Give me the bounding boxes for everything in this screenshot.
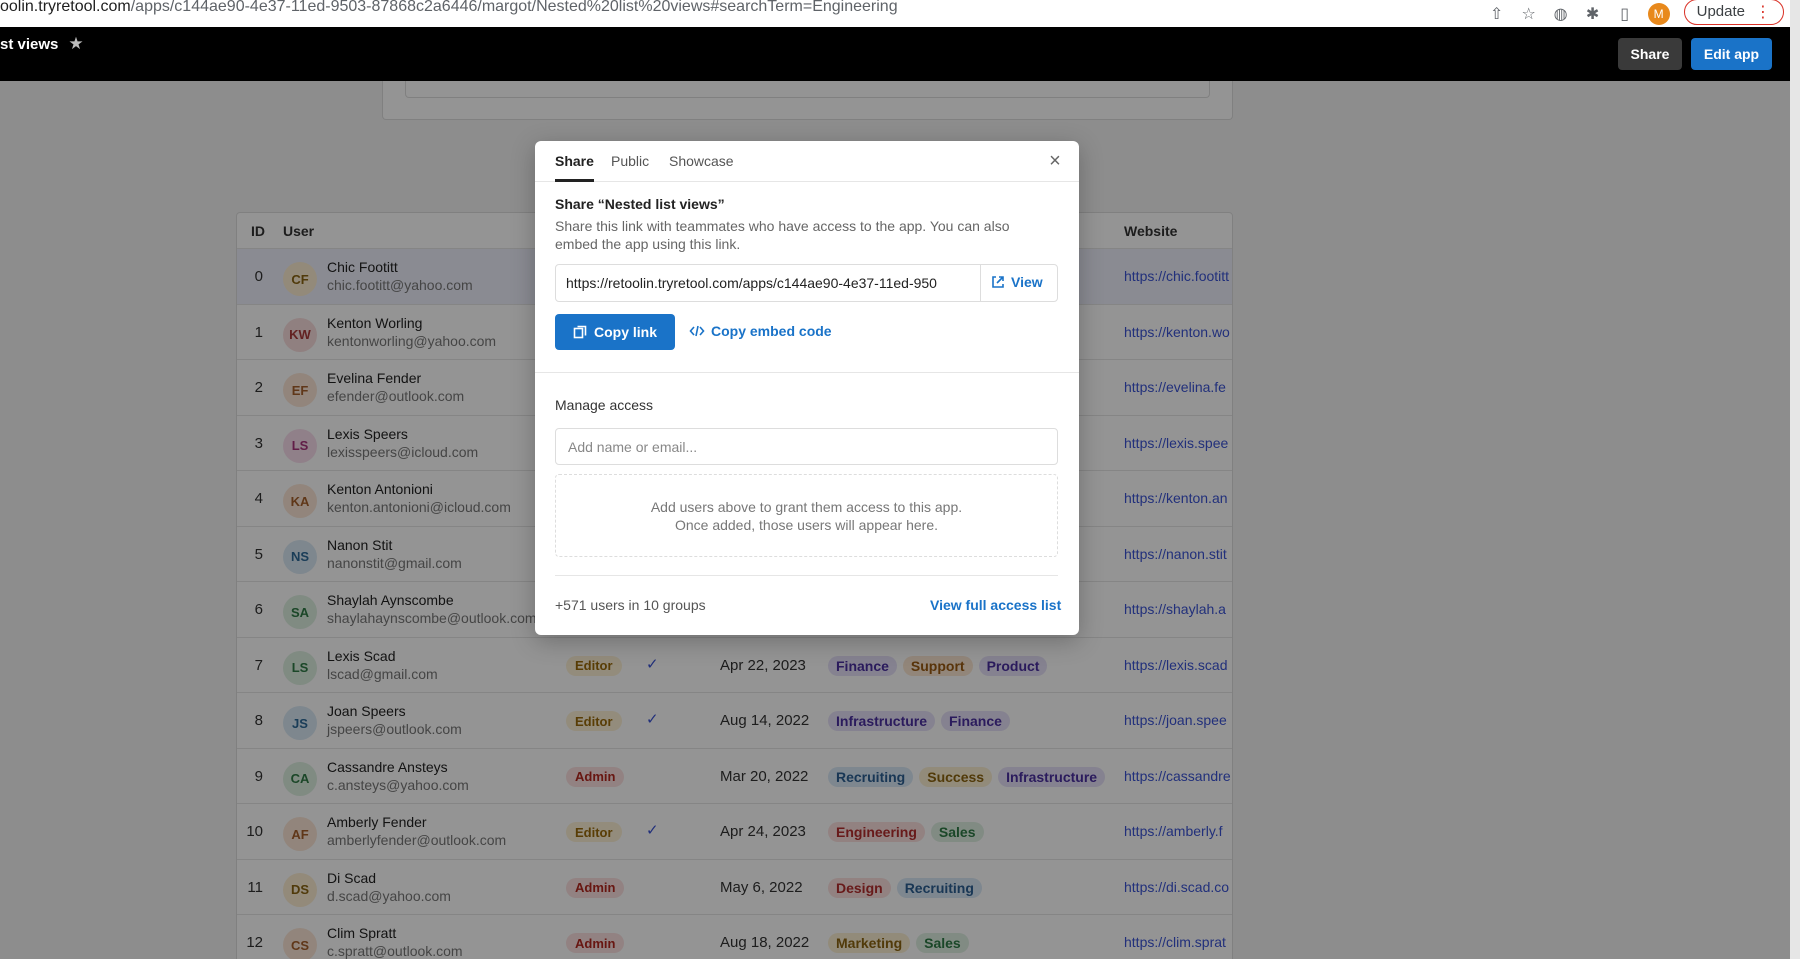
- browser-actions: ⇧ ☆ ◍ ✱ ▯ M Update ⋮: [1488, 0, 1790, 27]
- section-divider: [535, 372, 1079, 373]
- external-link-icon: [992, 276, 1004, 288]
- url-host: oolin.tryretool.com: [0, 0, 131, 15]
- access-empty-state: Add users above to grant them access to …: [555, 474, 1058, 557]
- url-path: /apps/c144ae90-4e37-11ed-9503-87868c2a64…: [130, 0, 898, 15]
- side-panel-icon[interactable]: ▯: [1616, 5, 1634, 23]
- favorite-star-icon[interactable]: ★: [68, 34, 83, 54]
- modal-tabs: Share Public Showcase: [535, 141, 1079, 182]
- copy-embed-label: Copy embed code: [711, 323, 832, 339]
- tab-public[interactable]: Public: [611, 153, 649, 169]
- copy-link-button[interactable]: Copy link: [555, 314, 675, 350]
- share-link-field: https://retoolin.tryretool.com/apps/c144…: [555, 264, 1058, 302]
- password-key-icon[interactable]: ◍: [1552, 5, 1570, 23]
- tab-showcase[interactable]: Showcase: [669, 153, 734, 169]
- browser-toolbar: oolin.tryretool.com/apps/c144ae90-4e37-1…: [0, 0, 1790, 27]
- empty-line-1: Add users above to grant them access to …: [650, 499, 963, 515]
- link-divider: [980, 265, 981, 301]
- view-link-button[interactable]: View: [991, 274, 1043, 290]
- app-title: st views: [0, 35, 59, 53]
- add-user-input[interactable]: [555, 428, 1058, 465]
- view-label: View: [1011, 274, 1043, 290]
- share-modal: Share Public Showcase × Share “Nested li…: [535, 141, 1079, 635]
- share-page-icon[interactable]: ⇧: [1488, 5, 1506, 23]
- share-description: Share this link with teammates who have …: [555, 218, 1010, 252]
- tab-share[interactable]: Share: [555, 153, 594, 169]
- copy-embed-code-button[interactable]: Copy embed code: [689, 323, 832, 339]
- empty-line-2: Once added, those users will appear here…: [674, 517, 939, 533]
- more-vertical-icon: ⋮: [1755, 3, 1771, 21]
- address-bar[interactable]: oolin.tryretool.com/apps/c144ae90-4e37-1…: [0, 0, 898, 16]
- close-icon[interactable]: ×: [1044, 150, 1066, 172]
- active-tab-indicator: [555, 179, 594, 182]
- extensions-puzzle-icon[interactable]: ✱: [1584, 5, 1602, 23]
- code-icon: [689, 325, 705, 337]
- copy-icon: [573, 325, 587, 339]
- footer-divider: [555, 575, 1058, 576]
- manage-access-title: Manage access: [555, 397, 654, 413]
- profile-avatar[interactable]: M: [1647, 2, 1670, 25]
- update-label: Update: [1696, 3, 1745, 20]
- edit-app-button[interactable]: Edit app: [1691, 38, 1772, 70]
- copy-link-label: Copy link: [593, 324, 657, 340]
- app-title-group: st views ★: [0, 34, 84, 54]
- bookmark-star-icon[interactable]: ☆: [1520, 5, 1538, 23]
- header-share-button[interactable]: Share: [1618, 38, 1682, 70]
- share-link-input[interactable]: https://retoolin.tryretool.com/apps/c144…: [566, 275, 970, 291]
- window-scrollbar[interactable]: [1790, 0, 1800, 959]
- users-count: +571 users in 10 groups: [555, 597, 706, 613]
- browser-update-button[interactable]: Update ⋮: [1683, 0, 1784, 25]
- view-full-access-list-link[interactable]: View full access list: [930, 597, 1061, 613]
- app-header: st views ★ Share Edit app: [0, 27, 1790, 81]
- share-title: Share “Nested list views”: [555, 196, 725, 212]
